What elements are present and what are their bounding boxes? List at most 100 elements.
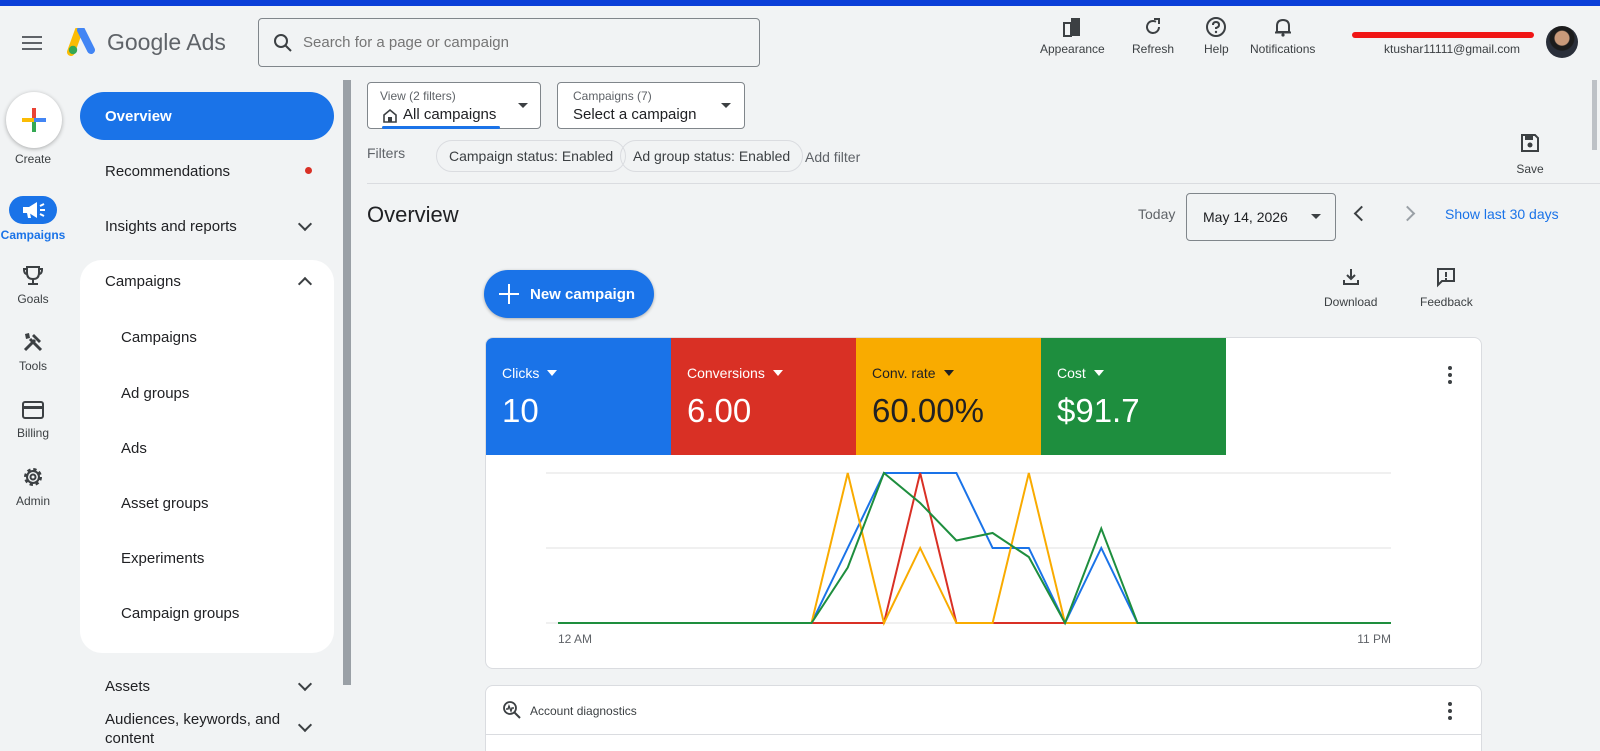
caret-down-icon [547, 370, 558, 376]
save-label: Save [1516, 162, 1544, 176]
nav-campaigns-section[interactable]: Campaigns [80, 257, 334, 305]
nav-sub-label: Asset groups [121, 494, 209, 512]
next-period-icon[interactable] [1399, 205, 1416, 222]
metric-value: 60.00% [872, 392, 984, 429]
nav-assets[interactable]: Assets [80, 662, 334, 710]
refresh-label: Refresh [1132, 42, 1175, 56]
search-box[interactable] [258, 18, 760, 67]
metric-label: Conv. rate [872, 365, 936, 381]
metric-clicks[interactable]: Clicks 10 [486, 338, 671, 455]
notification-dot [305, 167, 312, 174]
more-vert-icon[interactable] [1448, 366, 1452, 387]
save-button[interactable]: Save [1512, 132, 1548, 176]
create-button[interactable] [6, 92, 62, 148]
gear-icon[interactable] [21, 465, 45, 489]
nav-sub-campaign-groups[interactable]: Campaign groups [80, 588, 334, 638]
nav-sub-label: Ads [121, 439, 147, 457]
previous-period-icon[interactable] [1353, 205, 1370, 222]
caret-down-icon [518, 103, 528, 108]
nav-sub-experiments[interactable]: Experiments [80, 533, 334, 583]
metric-conv-rate[interactable]: Conv. rate 60.00% [856, 338, 1041, 455]
chevron-down-icon [297, 676, 313, 692]
search-input[interactable] [303, 34, 723, 51]
redaction-mark [1352, 32, 1534, 38]
chevron-up-icon [297, 276, 313, 292]
nav-sub-campaigns[interactable]: Campaigns [80, 312, 334, 362]
metric-value: 10 [502, 392, 539, 429]
feedback-icon [1437, 268, 1456, 288]
nav-audiences[interactable]: Audiences, keywords, and content [80, 710, 334, 751]
app-header: Google Ads Appearance Refresh Help [0, 6, 1600, 80]
download-button[interactable]: Download [1324, 266, 1377, 309]
campaign-count: Campaigns (7) [573, 89, 652, 103]
caret-down-icon [721, 103, 731, 108]
nav-sub-ads[interactable]: Ads [80, 423, 334, 473]
bell-icon [1274, 18, 1291, 37]
feedback-button[interactable]: Feedback [1420, 266, 1473, 309]
view-filter-count: View (2 filters) [380, 89, 456, 103]
date-picker[interactable]: May 14, 2026 [1186, 193, 1336, 241]
goals-label: Goals [17, 292, 49, 306]
chevron-down-icon [297, 717, 313, 733]
campaign-select-dropdown[interactable]: Campaigns (7) Select a campaign [557, 82, 745, 129]
nav-sub-asset-groups[interactable]: Asset groups [80, 478, 334, 528]
view-filter-value: All campaigns [403, 106, 497, 123]
date-value: May 14, 2026 [1203, 209, 1288, 225]
nav-sub-label: Ad groups [121, 384, 190, 402]
nav-sub-ad-groups[interactable]: Ad groups [80, 368, 334, 418]
performance-line-chart: 12 AM 11 PM [546, 471, 1391, 646]
ads-logo-icon [67, 28, 95, 56]
diagnostics-icon [503, 701, 521, 719]
metric-cost[interactable]: Cost $91.7 [1041, 338, 1226, 455]
appearance-label: Appearance [1040, 42, 1105, 56]
metric-value: $91.7 [1057, 392, 1140, 429]
nav-insights[interactable]: Insights and reports [80, 202, 334, 250]
nav-overview[interactable]: Overview [80, 92, 334, 140]
help-button[interactable]: Help [1204, 16, 1229, 56]
chart-x-tick-label: 11 PM [1357, 632, 1391, 646]
metric-label: Cost [1057, 365, 1086, 381]
add-filter-link[interactable]: Add filter [805, 149, 860, 165]
new-campaign-button[interactable]: New campaign [484, 270, 654, 318]
credit-card-icon[interactable] [21, 398, 45, 422]
plus-icon [499, 284, 519, 304]
save-icon [1521, 134, 1539, 152]
feedback-label: Feedback [1420, 295, 1473, 309]
metric-label: Clicks [502, 365, 540, 381]
nav-audiences-label: Audiences, keywords, and content [105, 711, 281, 747]
nav-assets-label: Assets [105, 677, 151, 695]
nav-sub-label: Campaign groups [121, 604, 240, 622]
user-email[interactable]: ktushar11111@gmail.com [1384, 42, 1520, 56]
sidenav-scrollbar[interactable] [343, 80, 351, 685]
card-divider [486, 734, 1481, 735]
trophy-icon[interactable] [21, 264, 45, 288]
filter-chip-campaign-status[interactable]: Campaign status: Enabled [436, 140, 627, 172]
appearance-button[interactable]: Appearance [1040, 16, 1105, 56]
app-name: Google Ads [107, 28, 226, 55]
page-title: Overview [367, 202, 459, 227]
google-ads-logo[interactable]: Google Ads [67, 28, 226, 56]
nav-insights-label: Insights and reports [105, 217, 237, 235]
filter-chip-ad-group-status[interactable]: Ad group status: Enabled [620, 140, 804, 172]
page-scrollbar[interactable] [1592, 80, 1597, 150]
refresh-button[interactable]: Refresh [1132, 16, 1174, 56]
avatar[interactable] [1546, 26, 1578, 58]
new-campaign-label: New campaign [530, 285, 636, 303]
more-vert-icon[interactable] [1448, 702, 1452, 723]
tools-icon[interactable] [21, 330, 45, 354]
admin-label: Admin [15, 494, 50, 508]
billing-label: Billing [16, 426, 49, 440]
nav-recommendations[interactable]: Recommendations [80, 147, 334, 195]
create-label: Create [14, 152, 52, 166]
campaigns-nav-panel: Campaigns Campaigns Ad groups Ads Asset … [80, 260, 334, 653]
show-last-30-days-link[interactable]: Show last 30 days [1445, 206, 1559, 222]
filter-chip-label: Ad group status: Enabled [633, 148, 791, 164]
campaigns-rail-label: Campaigns [0, 228, 66, 242]
menu-icon[interactable] [20, 32, 44, 56]
active-underline [382, 126, 500, 129]
view-filter-dropdown[interactable]: View (2 filters) All campaigns [367, 82, 541, 129]
campaigns-rail-button[interactable] [9, 196, 57, 224]
filters-label: Filters [367, 145, 406, 161]
notifications-button[interactable]: Notifications [1250, 16, 1315, 56]
metric-conversions[interactable]: Conversions 6.00 [671, 338, 856, 455]
